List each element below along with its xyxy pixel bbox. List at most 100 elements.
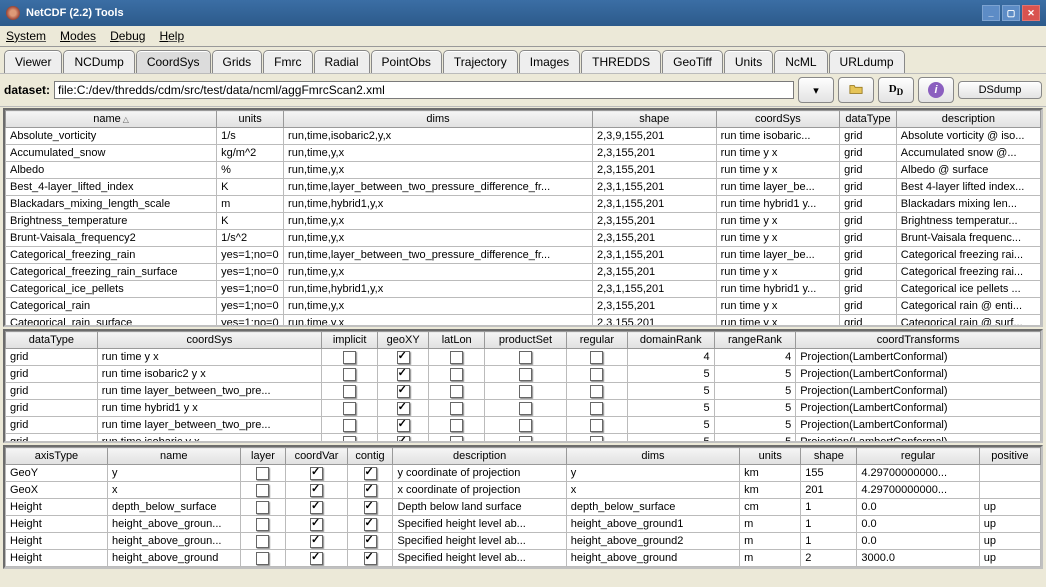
axes-table[interactable]: axisTypenamelayercoordVarcontigdescripti…	[5, 447, 1041, 569]
col-name[interactable]: name	[107, 448, 240, 465]
checkbox-icon	[519, 351, 532, 364]
menu-debug[interactable]: Debug	[110, 29, 145, 43]
table-row[interactable]: Brightness_temperatureKrun,time,y,x2,3,1…	[6, 213, 1041, 230]
tab-units[interactable]: Units	[724, 50, 773, 73]
checkbox-icon	[519, 436, 532, 444]
col-dataType[interactable]: dataType	[6, 332, 98, 349]
maximize-button[interactable]: ▢	[1002, 5, 1020, 21]
tab-thredds[interactable]: THREDDS	[581, 50, 661, 73]
table-row[interactable]: Albedo%run,time,y,x2,3,155,201run time y…	[6, 162, 1041, 179]
tab-viewer[interactable]: Viewer	[4, 50, 62, 73]
table-row[interactable]: Heightheight_above_groun...Specified hei…	[6, 516, 1041, 533]
checkbox-icon	[397, 385, 410, 398]
col-domainRank[interactable]: domainRank	[627, 332, 714, 349]
checkbox-icon	[310, 518, 323, 531]
tab-fmrc[interactable]: Fmrc	[263, 50, 312, 73]
col-axisType[interactable]: axisType	[6, 448, 108, 465]
tab-urldump[interactable]: URLdump	[829, 50, 905, 73]
col-coordSys[interactable]: coordSys	[716, 111, 840, 128]
col-shape[interactable]: shape	[801, 448, 857, 465]
col-coordTransforms[interactable]: coordTransforms	[796, 332, 1041, 349]
col-coordSys[interactable]: coordSys	[97, 332, 321, 349]
col-rangeRank[interactable]: rangeRank	[714, 332, 796, 349]
table-row[interactable]: gridrun time isobaric2 y x55Projection(L…	[6, 366, 1041, 383]
axes-pane[interactable]: axisTypenamelayercoordVarcontigdescripti…	[3, 445, 1043, 569]
variables-table[interactable]: name△unitsdimsshapecoordSysdataTypedescr…	[5, 110, 1041, 327]
col-productSet[interactable]: productSet	[485, 332, 567, 349]
col-contig[interactable]: contig	[347, 448, 393, 465]
col-name[interactable]: name△	[6, 111, 217, 128]
checkbox-icon	[343, 402, 356, 415]
table-row[interactable]: Best_4-layer_lifted_indexKrun,time,layer…	[6, 179, 1041, 196]
titlebar: NetCDF (2.2) Tools _ ▢ ✕	[0, 0, 1046, 26]
col-positive[interactable]: positive	[979, 448, 1040, 465]
table-row[interactable]: Categorical_rain_surfaceyes=1;no=0run,ti…	[6, 315, 1041, 328]
table-row[interactable]: Brunt-Vaisala_frequency21/s^2run,time,y,…	[6, 230, 1041, 247]
col-dataType[interactable]: dataType	[840, 111, 897, 128]
col-latLon[interactable]: latLon	[429, 332, 485, 349]
col-regular[interactable]: regular	[566, 332, 627, 349]
tab-trajectory[interactable]: Trajectory	[443, 50, 518, 73]
col-regular[interactable]: regular	[857, 448, 979, 465]
col-shape[interactable]: shape	[593, 111, 717, 128]
col-coordVar[interactable]: coordVar	[286, 448, 347, 465]
coordsys-table[interactable]: dataTypecoordSysimplicitgeoXYlatLonprodu…	[5, 331, 1041, 443]
col-implicit[interactable]: implicit	[322, 332, 378, 349]
table-row[interactable]: Heightheight_above_groun...Specified hei…	[6, 533, 1041, 550]
menu-help[interactable]: Help	[159, 29, 184, 43]
table-row[interactable]: Blackadars_mixing_length_scalemrun,time,…	[6, 196, 1041, 213]
tab-radial[interactable]: Radial	[314, 50, 370, 73]
dataset-input[interactable]	[54, 81, 794, 99]
table-row[interactable]: Categorical_freezing_rainyes=1;no=0run,t…	[6, 247, 1041, 264]
col-dims[interactable]: dims	[566, 448, 739, 465]
checkbox-icon	[256, 569, 269, 570]
minimize-button[interactable]: _	[982, 5, 1000, 21]
tab-images[interactable]: Images	[519, 50, 580, 73]
table-row[interactable]: gridrun time layer_between_two_pre...55P…	[6, 417, 1041, 434]
table-row[interactable]: Heightdepth_below_surfaceDepth below lan…	[6, 499, 1041, 516]
table-row[interactable]: Heightheight_above_groundSpecified heigh…	[6, 550, 1041, 567]
col-geoXY[interactable]: geoXY	[378, 332, 429, 349]
menu-system[interactable]: System	[6, 29, 46, 43]
checkbox-icon	[256, 484, 269, 497]
table-row[interactable]: gridrun time layer_between_two_pre...55P…	[6, 383, 1041, 400]
col-description[interactable]: description	[896, 111, 1040, 128]
checkbox-icon	[519, 368, 532, 381]
table-row[interactable]: Categorical_ice_pelletsyes=1;no=0run,tim…	[6, 281, 1041, 298]
dd-button[interactable]: DD	[878, 77, 914, 103]
table-row[interactable]: GeoXxx coordinate of projectionxkm2014.2…	[6, 482, 1041, 499]
coordsys-pane[interactable]: dataTypecoordSysimplicitgeoXYlatLonprodu…	[3, 329, 1043, 443]
col-units[interactable]: units	[740, 448, 801, 465]
tab-grids[interactable]: Grids	[212, 50, 263, 73]
tab-ncml[interactable]: NcML	[774, 50, 827, 73]
close-button[interactable]: ✕	[1022, 5, 1040, 21]
col-description[interactable]: description	[393, 448, 566, 465]
checkbox-icon	[397, 351, 410, 364]
table-row[interactable]: Categorical_rainyes=1;no=0run,time,y,x2,…	[6, 298, 1041, 315]
table-row[interactable]: gridrun time hybrid1 y x55Projection(Lam…	[6, 400, 1041, 417]
table-row[interactable]: Accumulated_snowkg/m^2run,time,y,x2,3,15…	[6, 145, 1041, 162]
col-dims[interactable]: dims	[284, 111, 593, 128]
table-row[interactable]: GeoZhybridHybrid levelhybridup	[6, 567, 1041, 570]
table-row[interactable]: GeoYyy coordinate of projectionykm1554.2…	[6, 465, 1041, 482]
variables-pane[interactable]: name△unitsdimsshapecoordSysdataTypedescr…	[3, 108, 1043, 327]
tab-ncdump[interactable]: NCDump	[63, 50, 134, 73]
dataset-dropdown-button[interactable]: ▾	[798, 77, 834, 103]
info-button[interactable]: i	[918, 77, 954, 103]
checkbox-icon	[397, 368, 410, 381]
table-row[interactable]: gridrun time isobaric y x55Projection(La…	[6, 434, 1041, 444]
col-units[interactable]: units	[217, 111, 284, 128]
tab-geotiff[interactable]: GeoTiff	[662, 50, 723, 73]
table-row[interactable]: Categorical_freezing_rain_surfaceyes=1;n…	[6, 264, 1041, 281]
dsdump-button[interactable]: DSdump	[958, 81, 1042, 99]
checkbox-icon	[590, 368, 603, 381]
checkbox-icon	[450, 402, 463, 415]
table-row[interactable]: Absolute_vorticity1/srun,time,isobaric2,…	[6, 128, 1041, 145]
tab-pointobs[interactable]: PointObs	[371, 50, 442, 73]
tab-coordsys[interactable]: CoordSys	[136, 50, 211, 73]
open-file-button[interactable]	[838, 77, 874, 103]
menu-modes[interactable]: Modes	[60, 29, 96, 43]
table-row[interactable]: gridrun time y x44Projection(LambertConf…	[6, 349, 1041, 366]
col-layer[interactable]: layer	[240, 448, 286, 465]
checkbox-icon	[256, 535, 269, 548]
